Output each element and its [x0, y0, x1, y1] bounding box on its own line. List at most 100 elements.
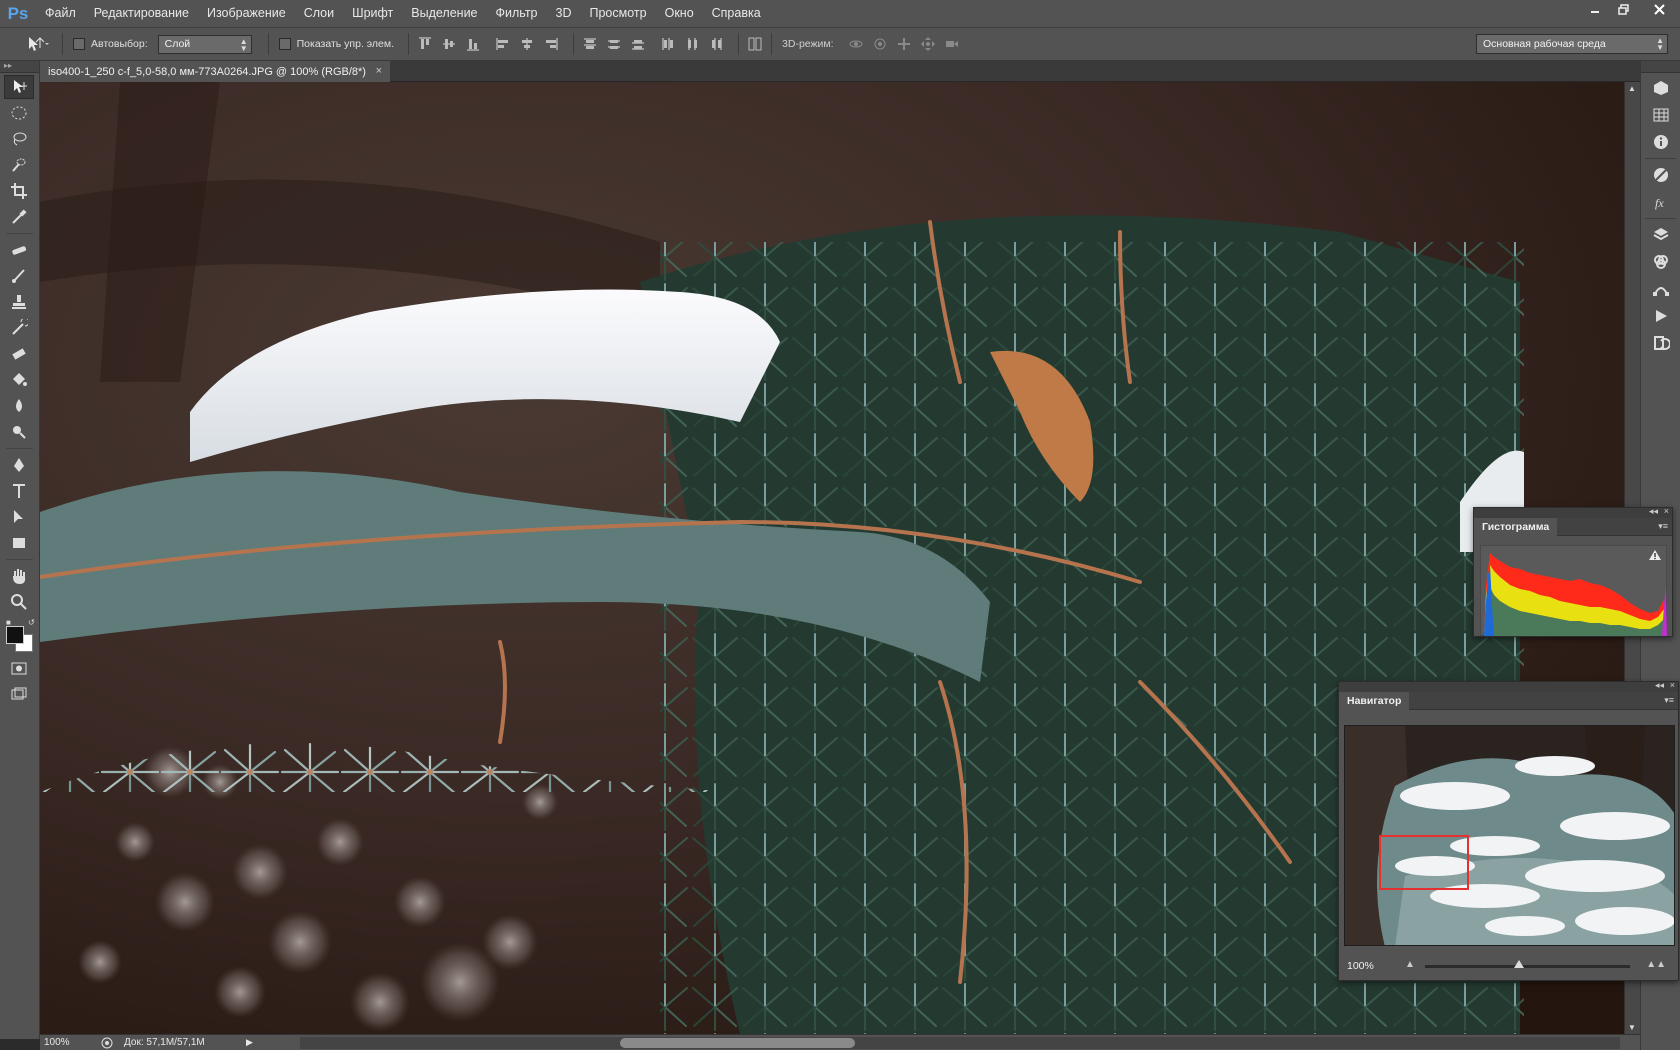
align-hcenter-button[interactable]	[517, 33, 537, 55]
histogram-tab[interactable]: Гистограмма	[1474, 518, 1558, 536]
blur-tool[interactable]	[4, 394, 34, 418]
distribute-vcenter-button[interactable]	[604, 33, 624, 55]
dodge-tool[interactable]	[4, 420, 34, 444]
zoom-tool[interactable]	[4, 590, 34, 614]
align-vcenter-button[interactable]	[439, 33, 459, 55]
marquee-tool[interactable]	[4, 101, 34, 125]
3d-pan-button[interactable]	[894, 33, 914, 55]
layers-button[interactable]	[1645, 223, 1677, 247]
menu-window[interactable]: Окно	[656, 0, 703, 27]
tool-preset-picker[interactable]	[14, 32, 58, 56]
3d-slide-button[interactable]	[918, 33, 938, 55]
distribute-top-button[interactable]	[580, 33, 600, 55]
menu-3d[interactable]: 3D	[547, 0, 581, 27]
close-window-button[interactable]	[1638, 0, 1680, 18]
close-panel-icon[interactable]: ×	[1670, 680, 1675, 690]
status-menu-arrow-icon[interactable]: ▶	[246, 1037, 253, 1048]
show-transform-controls-checkbox[interactable]	[278, 38, 291, 50]
menu-image[interactable]: Изображение	[198, 0, 295, 27]
horizontal-scrollbar[interactable]	[300, 1037, 1620, 1049]
status-info-icon[interactable]	[100, 1036, 114, 1050]
distribute-bottom-button[interactable]	[628, 33, 648, 55]
quick-select-tool[interactable]	[4, 153, 34, 177]
info-panel-button[interactable]	[1645, 130, 1677, 154]
align-left-button[interactable]	[493, 33, 513, 55]
panel-menu-icon[interactable]: ▾≡	[1658, 521, 1668, 532]
panel-menu-icon[interactable]: ▾≡	[1664, 695, 1674, 706]
clone-stamp-tool[interactable]	[4, 290, 34, 314]
crop-tool[interactable]	[4, 179, 34, 203]
align-bottom-button[interactable]	[463, 33, 483, 55]
brush-tool[interactable]	[4, 264, 34, 288]
histogram-graph	[1480, 545, 1667, 636]
menu-layers[interactable]: Слои	[295, 0, 343, 27]
zoom-out-icon[interactable]: ▲	[1405, 959, 1415, 970]
eraser-tool[interactable]	[4, 342, 34, 366]
restore-button[interactable]	[1609, 0, 1638, 18]
panel-titlebar[interactable]: ◂◂ ×	[1339, 680, 1678, 692]
tools-panel-header[interactable]: ▸▸	[0, 61, 39, 73]
minimize-button[interactable]	[1580, 0, 1609, 18]
horizontal-scroll-thumb[interactable]	[620, 1038, 855, 1048]
screen-mode-button[interactable]	[4, 682, 34, 706]
distribute-left-button[interactable]	[658, 33, 678, 55]
collapse-panel-icon[interactable]: ◂◂	[1655, 680, 1664, 691]
autoselect-dropdown[interactable]: Слой ▲ ▼	[157, 34, 252, 54]
menu-edit[interactable]: Редактирование	[85, 0, 198, 27]
healing-brush-tool[interactable]	[4, 238, 34, 262]
navigator-thumbnail[interactable]	[1344, 725, 1675, 946]
align-right-button[interactable]	[541, 33, 561, 55]
actions-button[interactable]	[1645, 304, 1677, 328]
menu-file[interactable]: Файл	[36, 0, 85, 27]
distribute-right-button[interactable]	[706, 33, 726, 55]
autoselect-checkbox[interactable]	[73, 38, 85, 50]
hand-tool[interactable]	[4, 564, 34, 588]
quick-mask-button[interactable]	[4, 656, 34, 680]
align-hcenter-icon	[522, 38, 533, 50]
lasso-tool[interactable]	[4, 127, 34, 151]
workspace-dropdown[interactable]: Основная рабочая среда ▲ ▼	[1476, 34, 1668, 54]
3d-panel-button[interactable]	[1645, 76, 1677, 100]
zoom-in-icon[interactable]: ▲▲	[1646, 959, 1666, 970]
navigator-zoom-slider[interactable]	[1425, 960, 1630, 968]
grid-panel-button[interactable]	[1645, 103, 1677, 127]
scroll-up-icon[interactable]: ▲	[1628, 84, 1636, 93]
menu-view[interactable]: Просмотр	[581, 0, 656, 27]
auto-align-layers-button[interactable]	[745, 33, 765, 55]
pen-tool[interactable]	[4, 453, 34, 477]
close-panel-icon[interactable]: ×	[1664, 506, 1669, 516]
zoom-slider-thumb[interactable]	[1514, 960, 1525, 968]
status-zoom-field[interactable]: 100%	[40, 1037, 100, 1048]
eyedropper-tool[interactable]	[4, 205, 34, 229]
distribute-hcenter-button[interactable]	[682, 33, 702, 55]
collapse-panel-icon[interactable]: ◂◂	[1649, 506, 1658, 517]
styles-button[interactable]: fx	[1645, 190, 1677, 214]
dock-header[interactable]	[1641, 61, 1680, 73]
foreground-color-swatch[interactable]	[6, 626, 24, 644]
3d-orbit-button[interactable]	[846, 33, 866, 55]
menu-type[interactable]: Шрифт	[343, 0, 402, 27]
navigator-zoom-field[interactable]: 100%	[1343, 957, 1395, 975]
history-button[interactable]	[1645, 331, 1677, 355]
panel-titlebar[interactable]: ◂◂ ×	[1474, 506, 1672, 518]
swap-colors-icon[interactable]: ↺	[28, 618, 35, 627]
document-tab[interactable]: iso400-1_250 c-f_5,0-58,0 мм-773A0264.JP…	[40, 61, 390, 82]
history-brush-tool[interactable]	[4, 316, 34, 340]
paths-button[interactable]	[1645, 277, 1677, 301]
document-tab-close-icon[interactable]: ×	[376, 65, 382, 77]
menu-select[interactable]: Выделение	[402, 0, 486, 27]
path-select-tool[interactable]	[4, 505, 34, 529]
align-top-button[interactable]	[415, 33, 435, 55]
navigator-tab[interactable]: Навигатор	[1339, 692, 1410, 710]
3d-roll-button[interactable]	[870, 33, 890, 55]
adjustments-button[interactable]	[1645, 163, 1677, 187]
rectangle-tool[interactable]	[4, 531, 34, 555]
move-tool[interactable]	[4, 75, 34, 99]
channels-button[interactable]	[1645, 250, 1677, 274]
menu-help[interactable]: Справка	[703, 0, 770, 27]
scroll-down-icon[interactable]: ▼	[1628, 1023, 1636, 1032]
3d-scale-button[interactable]	[942, 33, 962, 55]
menu-filter[interactable]: Фильтр	[487, 0, 547, 27]
paint-bucket-tool[interactable]	[4, 368, 34, 392]
type-tool[interactable]	[4, 479, 34, 503]
